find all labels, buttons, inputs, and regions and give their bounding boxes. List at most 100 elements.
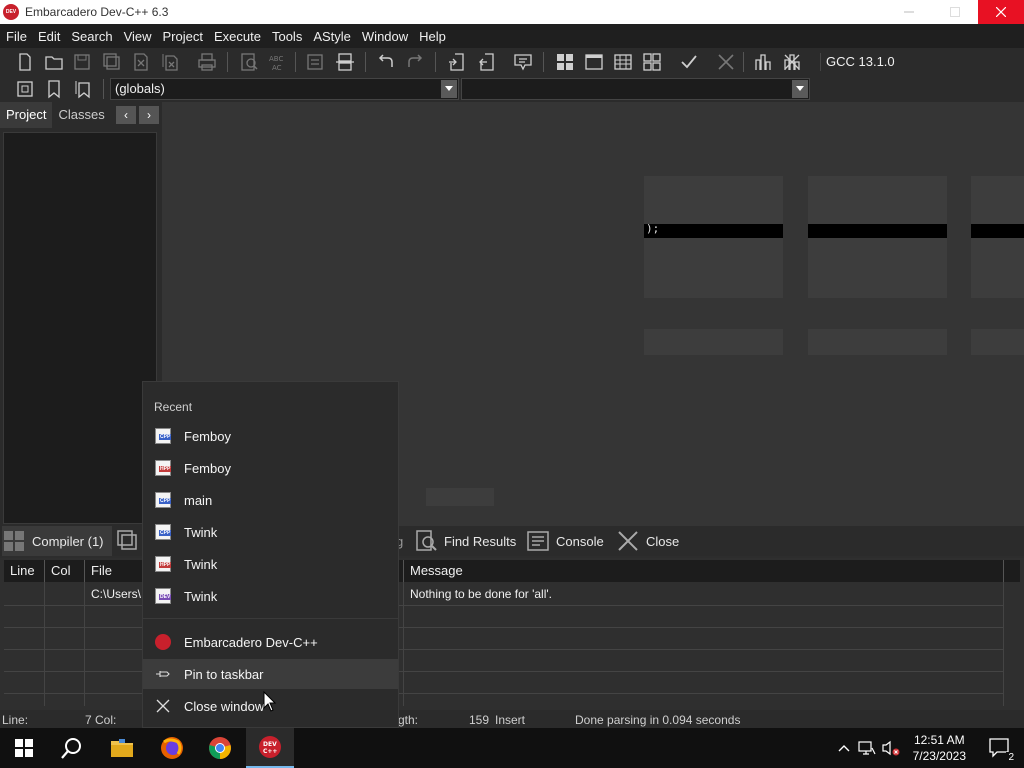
taskbar-firefox[interactable]: [148, 728, 196, 768]
menu-help[interactable]: Help: [415, 29, 450, 44]
new-class-button[interactable]: [14, 79, 36, 99]
menu-astyle[interactable]: AStyle: [309, 29, 355, 44]
open-folder-icon: [45, 56, 63, 70]
grid-scroll-corner: [1004, 560, 1020, 582]
redo-button[interactable]: [404, 52, 426, 72]
tab-console[interactable]: Console: [526, 526, 604, 556]
recent-item-label: Twink: [184, 524, 218, 540]
col-message-header[interactable]: Message: [404, 560, 1004, 582]
maximize-button[interactable]: [932, 0, 978, 24]
tab-find-results[interactable]: Find Results: [414, 526, 516, 556]
network-icon[interactable]: [858, 740, 876, 756]
unindent-button[interactable]: [334, 52, 356, 72]
menu-view[interactable]: View: [120, 29, 156, 44]
chevron-up-icon[interactable]: [838, 744, 850, 752]
function-combo[interactable]: [461, 78, 810, 100]
table-grid-icon: [614, 54, 632, 70]
save-all-button[interactable]: [101, 52, 123, 72]
menu-file[interactable]: File: [2, 29, 31, 44]
open-button[interactable]: [43, 52, 65, 72]
ghost-thumbnail-1: );: [644, 176, 783, 298]
ghost-strip-1: [644, 329, 783, 355]
recent-item-femboy-hpp[interactable]: HPP Femboy: [143, 453, 398, 483]
indent-button[interactable]: [304, 52, 326, 72]
status-length-label: gth:: [398, 713, 419, 727]
search-button[interactable]: [48, 728, 96, 768]
pin-to-taskbar-item[interactable]: Pin to taskbar: [143, 659, 398, 689]
recent-item-label: main: [184, 492, 213, 508]
taskbar-chrome[interactable]: [196, 728, 244, 768]
jump-list-app-launch[interactable]: Embarcadero Dev-C++: [143, 627, 398, 657]
taskbar-devcpp[interactable]: DEV C++: [246, 728, 294, 768]
replace-icon: ABCAC: [269, 55, 283, 72]
add-bookmark-button[interactable]: [43, 79, 65, 99]
new-file-button[interactable]: [14, 52, 36, 72]
undo-button[interactable]: [375, 52, 397, 72]
save-button[interactable]: [71, 52, 93, 72]
recent-item-twink-cpp[interactable]: CPP Twink: [143, 517, 398, 547]
notification-center-button[interactable]: 2: [976, 728, 1024, 768]
compile-button[interactable]: [554, 52, 576, 72]
recent-item-twink-dev[interactable]: DEV Twink: [143, 581, 398, 611]
scope-combo-arrow[interactable]: [441, 80, 457, 98]
tab-prev-button[interactable]: ‹: [116, 106, 136, 124]
save-all-icon: [103, 53, 120, 70]
run-button[interactable]: [583, 52, 605, 72]
undo-icon: [378, 54, 393, 67]
menu-execute[interactable]: Execute: [210, 29, 265, 44]
tab-project[interactable]: Project: [0, 102, 53, 128]
menu-edit[interactable]: Edit: [34, 29, 64, 44]
rebuild-button[interactable]: [641, 52, 663, 72]
compiler-select[interactable]: GCC 13.1.0: [820, 53, 1015, 71]
minimize-button[interactable]: [886, 0, 932, 24]
recent-item-twink-hpp[interactable]: HPP Twink: [143, 549, 398, 579]
save-icon: [74, 54, 90, 70]
ghost-small: [426, 488, 494, 506]
indent-icon: [307, 54, 323, 70]
find-icon: [241, 53, 258, 71]
recent-item-label: Femboy: [184, 428, 231, 444]
profile-button[interactable]: [752, 52, 774, 72]
col-line-header[interactable]: Line: [4, 560, 45, 582]
jump-list-app-label: Embarcadero Dev-C++: [184, 634, 318, 650]
start-button[interactable]: [0, 728, 48, 768]
volume-muted-icon[interactable]: [882, 740, 900, 756]
taskbar-clock[interactable]: 12:51 AM 7/23/2023: [913, 732, 966, 764]
menu-project[interactable]: Project: [159, 29, 207, 44]
menu-window[interactable]: Window: [358, 29, 412, 44]
compile-run-button[interactable]: [612, 52, 634, 72]
check-syntax-button[interactable]: [678, 52, 700, 72]
col-col-header[interactable]: Col: [45, 560, 85, 582]
project-tree[interactable]: [3, 132, 157, 524]
menu-search[interactable]: Search: [67, 29, 116, 44]
recent-item-femboy-cpp[interactable]: CPP Femboy: [143, 421, 398, 451]
find-button[interactable]: [238, 52, 260, 72]
scope-combo[interactable]: (globals): [110, 78, 459, 100]
tab-classes[interactable]: Classes: [52, 102, 110, 128]
menu-tools[interactable]: Tools: [268, 29, 306, 44]
clock-date: 7/23/2023: [912, 749, 966, 763]
replace-button[interactable]: ABC AC: [266, 52, 288, 72]
comment-button[interactable]: [512, 52, 534, 72]
print-button[interactable]: [196, 52, 218, 72]
toggle-bookmark-button[interactable]: [476, 52, 498, 72]
function-combo-arrow[interactable]: [792, 80, 808, 98]
goto-line-button[interactable]: [446, 52, 468, 72]
check-icon: [681, 55, 697, 69]
recent-item-main-cpp[interactable]: CPP main: [143, 485, 398, 515]
mouse-cursor-icon: [263, 691, 277, 712]
close-window-label: Close window: [184, 698, 265, 714]
devcpp-icon: DEVC++: [259, 736, 281, 758]
close-panel-button[interactable]: Close: [616, 526, 679, 556]
stop-button[interactable]: [715, 52, 737, 72]
bookmarks-list-button[interactable]: [72, 79, 94, 99]
tab-compiler[interactable]: Compiler (1): [2, 526, 112, 556]
tab-find-results-label: Find Results: [444, 533, 517, 549]
close-file-button[interactable]: [130, 52, 152, 72]
taskbar-file-explorer[interactable]: [98, 728, 146, 768]
delete-profile-button[interactable]: [781, 52, 803, 72]
close-button[interactable]: [978, 0, 1024, 24]
close-all-button[interactable]: [159, 52, 181, 72]
table-row-message[interactable]: Nothing to be done for 'all'.: [404, 583, 1002, 605]
tab-next-button[interactable]: ›: [139, 106, 159, 124]
